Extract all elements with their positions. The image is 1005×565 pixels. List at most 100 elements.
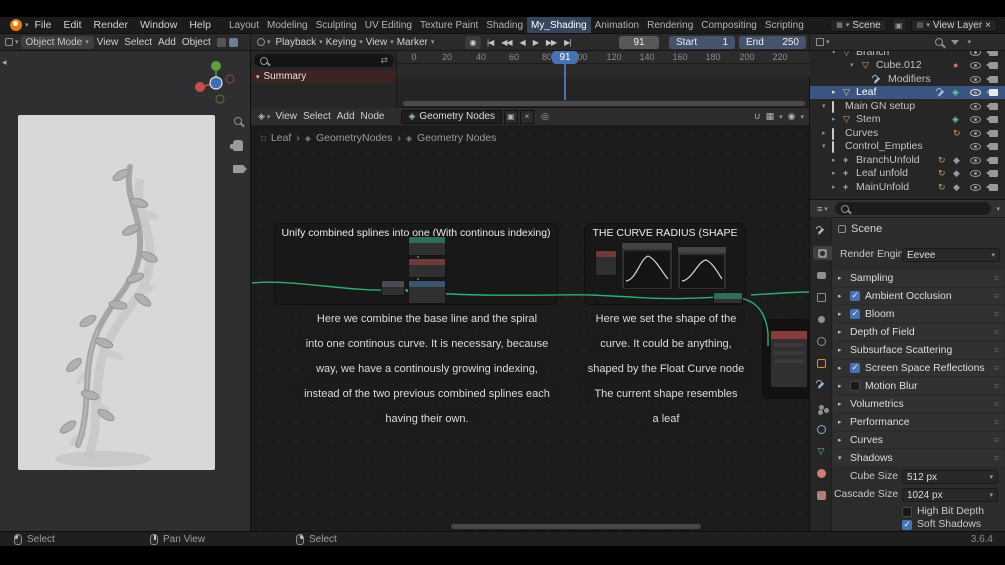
tab-texture-paint[interactable]: Texture Paint (416, 17, 482, 33)
keyframe-icon[interactable]: ◆ (953, 168, 960, 179)
node-small[interactable] (408, 258, 446, 278)
chevron-down-icon[interactable]: ▾ (996, 205, 1000, 213)
3d-viewport[interactable]: ◂ (0, 51, 251, 531)
panel-sampling[interactable]: ▸ Sampling ≡ (833, 270, 1004, 286)
outliner-row-leaf-unfold[interactable]: ▸ + Leaf unfold ↻ ◆ (810, 167, 1005, 180)
keyframe-icon[interactable]: ◆ (953, 182, 960, 193)
editor-type-timeline-icon[interactable]: ▾ (255, 38, 273, 46)
node-partial[interactable] (770, 330, 808, 388)
snapping-icon[interactable] (229, 38, 238, 47)
ambient-occlusion-checkbox[interactable] (850, 291, 860, 301)
frame-end-field[interactable]: End 250 (739, 36, 806, 49)
animation-icon[interactable]: ↻ (953, 128, 961, 139)
panel-volumetrics[interactable]: ▸ Volumetrics ≡ (833, 396, 1004, 412)
outliner-row-branch[interactable]: ▾ ▽ Branch (810, 51, 1005, 59)
editor-type-properties-icon[interactable]: ≡▾ (815, 204, 830, 214)
node-small[interactable] (381, 280, 405, 296)
timeline-ruler[interactable]: 0 20 40 60 80 100 120 140 160 180 200 22… (397, 51, 810, 64)
play-button[interactable]: ▶ (531, 38, 540, 47)
hide-eye-icon[interactable] (970, 62, 981, 69)
note-line[interactable]: Here we combine the base line and the sp… (307, 310, 547, 328)
menu-help[interactable]: Help (183, 19, 217, 31)
tab-sculpting[interactable]: Sculpting (312, 17, 361, 33)
panel-motion-blur[interactable]: ▸ Motion Blur ≡ (833, 378, 1004, 394)
new-scene-button[interactable]: ▣ (893, 19, 905, 31)
hide-eye-icon[interactable] (970, 130, 981, 137)
panel-performance[interactable]: ▸ Performance ≡ (833, 414, 1004, 430)
node-editor-hscrollbar[interactable] (451, 524, 701, 529)
modifier-wrench-icon[interactable] (936, 88, 946, 100)
tab-render-properties[interactable] (813, 246, 832, 260)
menu-select[interactable]: Select (121, 37, 155, 48)
tab-world-properties[interactable] (813, 334, 829, 348)
render-visibility-icon[interactable] (989, 130, 998, 137)
zoom-tool-icon[interactable] (230, 113, 246, 129)
action-icon[interactable]: ↻ (938, 155, 946, 166)
node-small[interactable] (595, 250, 617, 276)
editor-type-outliner-icon[interactable]: ▾ (814, 38, 832, 46)
hide-eye-icon[interactable] (970, 76, 981, 83)
menu-playback[interactable]: Playback (273, 37, 320, 48)
transform-orientation-icon[interactable] (217, 38, 226, 47)
grid-icon[interactable]: ▦ (766, 111, 775, 122)
timeline-hscrollbar[interactable] (403, 101, 805, 106)
tab-object-properties[interactable] (813, 356, 829, 370)
action-icon[interactable]: ↻ (938, 182, 946, 193)
tab-texture-properties[interactable] (813, 488, 829, 502)
play-reverse-button[interactable]: ◀ (518, 38, 527, 47)
frame-start-field[interactable]: Start 1 (669, 36, 735, 49)
note-line[interactable]: Here we set the shape of the (586, 310, 747, 328)
note-line[interactable]: having their own. (375, 410, 478, 428)
viewport-render[interactable] (18, 115, 215, 470)
render-visibility-icon[interactable] (989, 170, 998, 177)
outliner-row-cube012[interactable]: ▾ ▽ Cube.012 ● (810, 59, 1005, 72)
motion-blur-checkbox[interactable] (850, 381, 860, 391)
hide-eye-icon[interactable] (970, 51, 981, 56)
keyframe-icon[interactable]: ◆ (953, 155, 960, 166)
tab-scripting[interactable]: Scripting (761, 17, 808, 33)
cube-size-dropdown[interactable]: 512 px▾ (902, 470, 998, 484)
menu-keying[interactable]: Keying (323, 37, 360, 48)
jump-to-start-button[interactable]: |◀ (485, 38, 495, 47)
panel-subsurface-scattering[interactable]: ▸ Subsurface Scattering ≡ (833, 342, 1004, 358)
menu-view-node[interactable]: View (272, 111, 300, 122)
remove-view-layer-icon[interactable]: × (985, 20, 991, 31)
outliner-row-modifiers[interactable]: Modifiers (810, 73, 1005, 86)
menu-edit[interactable]: Edit (57, 19, 87, 31)
outliner-row-mainunfold[interactable]: ▸ + MainUnfold ↻ ◆ (810, 181, 1005, 194)
outliner-row-control-empties[interactable]: ▾ Control_Empties (810, 140, 1005, 153)
outliner-row-curves[interactable]: ▸ Curves ↻ (810, 127, 1005, 140)
outliner-row-main-gn-setup[interactable]: ▾ Main GN setup (810, 100, 1005, 113)
panel-depth-of-field[interactable]: ▸ Depth of Field ≡ (833, 324, 1004, 340)
note-line[interactable]: a leaf (643, 410, 690, 428)
hide-eye-icon[interactable] (970, 89, 981, 96)
hide-eye-icon[interactable] (970, 184, 981, 191)
render-engine-dropdown[interactable]: Eevee ▾ (902, 248, 1000, 262)
prev-keyframe-button[interactable]: ◀◀ (499, 38, 513, 47)
note-line[interactable]: curve. It could be anything, (590, 335, 741, 353)
filter-icon[interactable] (951, 40, 959, 45)
panel-curves[interactable]: ▸ Curves ≡ (833, 432, 1004, 448)
timeline-search-input[interactable]: ⇄ (254, 54, 394, 67)
panel-bloom[interactable]: ▸ Bloom ≡ (833, 306, 1004, 322)
editor-type-3dview-icon[interactable]: ▾ (3, 38, 21, 46)
note-line[interactable]: The current shape resembles (584, 385, 747, 403)
menu-select-node[interactable]: Select (300, 111, 334, 122)
view-layer-selector[interactable]: ▤ ▾ View Layer × (911, 19, 997, 32)
breadcrumb-object[interactable]: Leaf (271, 132, 291, 144)
panel-screen-space-reflections[interactable]: ▸ Screen Space Reflections ≡ (833, 360, 1004, 376)
render-visibility-icon[interactable] (989, 103, 998, 110)
tab-particle-properties[interactable] (813, 400, 829, 414)
soft-shadows-checkbox[interactable] (902, 520, 912, 530)
menu-window[interactable]: Window (134, 19, 183, 31)
tab-material-properties[interactable] (813, 466, 829, 480)
playhead-line[interactable] (564, 64, 566, 100)
camera-view-icon[interactable] (230, 161, 246, 177)
tab-output-properties[interactable] (813, 268, 829, 282)
panel-shadows[interactable]: ▾ Shadows ≡ (833, 450, 1004, 466)
menu-marker[interactable]: Marker (394, 37, 431, 48)
menu-view[interactable]: View (94, 37, 122, 48)
outliner-row-branchunfold[interactable]: ▸ + BranchUnfold ↻ ◆ (810, 154, 1005, 167)
editor-type-node-icon[interactable]: ◈▾ (256, 111, 272, 122)
tab-modifier-properties[interactable] (813, 378, 829, 392)
